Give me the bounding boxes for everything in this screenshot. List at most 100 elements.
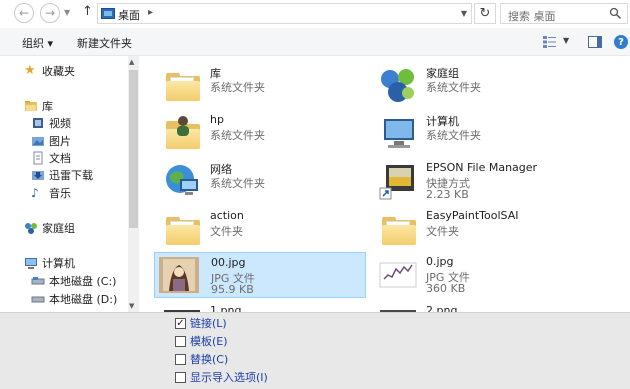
file-list: 库 系统文件夹 家庭组 系统文件夹 hp 系统文件夹 计算机 系统文件夹 网络 … bbox=[148, 56, 630, 312]
organize-button[interactable]: 组织 ▾ bbox=[22, 35, 53, 51]
address-bar[interactable]: 桌面 ▸ ▼ bbox=[97, 3, 472, 24]
file-item-library[interactable]: 库 系统文件夹 bbox=[154, 62, 366, 108]
nav-item-videos[interactable]: 视频 bbox=[31, 115, 71, 131]
view-options-icon[interactable] bbox=[543, 36, 556, 48]
nav-item-library[interactable]: 库 bbox=[24, 98, 53, 114]
file-item-1-png[interactable]: 1.png bbox=[154, 301, 366, 312]
option-template-label[interactable]: 模板(E) bbox=[190, 333, 228, 349]
nav-scrollbar-thumb[interactable] bbox=[129, 70, 138, 228]
option-link-label[interactable]: 链接(L) bbox=[190, 315, 227, 331]
template-checkbox[interactable] bbox=[175, 335, 186, 347]
homegroup-icon bbox=[24, 221, 38, 235]
back-button[interactable]: ← bbox=[14, 3, 34, 23]
nav-item-disk-c[interactable]: 本地磁盘 (C:) bbox=[31, 273, 116, 289]
toolbar: 组织 ▾ 新建文件夹 ▼ ? bbox=[0, 28, 630, 56]
file-type: 系统文件夹 bbox=[210, 129, 265, 142]
file-name: 2.png bbox=[426, 304, 458, 312]
option-link[interactable]: ✓ 链接(L) bbox=[175, 315, 227, 331]
file-name: 1.png bbox=[210, 304, 242, 312]
search-icon bbox=[609, 7, 622, 20]
file-size: 360 KB bbox=[426, 282, 466, 295]
show-import-checkbox[interactable] bbox=[175, 371, 186, 383]
nav-item-music[interactable]: ♪ 音乐 bbox=[31, 185, 71, 201]
file-item-action[interactable]: action 文件夹 bbox=[154, 206, 366, 252]
nav-label-documents: 文档 bbox=[49, 152, 71, 165]
recent-locations-dropdown-icon[interactable]: ▼ bbox=[64, 8, 70, 17]
file-type: 文件夹 bbox=[210, 225, 243, 238]
link-checkbox[interactable]: ✓ bbox=[175, 317, 186, 329]
nav-item-favorites[interactable]: ★ 收藏夹 bbox=[24, 63, 75, 79]
nav-item-disk-d[interactable]: 本地磁盘 (D:) bbox=[31, 291, 117, 307]
address-dropdown-icon[interactable]: ▼ bbox=[461, 9, 467, 18]
file-type: 系统文件夹 bbox=[210, 177, 265, 190]
breadcrumb-chevron-icon[interactable]: ▸ bbox=[148, 7, 153, 18]
image-thumbnail bbox=[164, 310, 200, 312]
nav-item-computer[interactable]: 计算机 bbox=[24, 255, 75, 271]
nav-scrollbar[interactable]: ▲ ▼ bbox=[128, 56, 139, 312]
nav-label-library: 库 bbox=[42, 100, 53, 113]
folder-icon bbox=[162, 209, 202, 249]
option-show-import[interactable]: 显示导入选项(I) bbox=[175, 369, 268, 385]
nav-item-pictures[interactable]: 图片 bbox=[31, 133, 71, 149]
up-arrow-icon[interactable]: ↑ bbox=[82, 4, 93, 19]
file-item-hp[interactable]: hp 系统文件夹 bbox=[154, 110, 366, 156]
library-folder-icon bbox=[162, 65, 202, 105]
file-item-epson[interactable]: EPSON File Manager 快捷方式 2.23 KB bbox=[370, 158, 582, 204]
replace-checkbox[interactable] bbox=[175, 353, 186, 365]
file-size: 2.23 KB bbox=[426, 188, 469, 201]
forward-button[interactable]: → bbox=[40, 3, 60, 23]
option-template[interactable]: 模板(E) bbox=[175, 333, 228, 349]
pictures-icon bbox=[31, 134, 45, 148]
network-icon bbox=[166, 165, 198, 195]
nav-item-homegroup[interactable]: 家庭组 bbox=[24, 220, 75, 236]
nav-item-documents[interactable]: 文档 bbox=[31, 150, 71, 166]
file-item-easypainttoolsai[interactable]: EasyPaintToolSAI 文件夹 bbox=[370, 206, 582, 252]
scroll-up-icon[interactable]: ▲ bbox=[129, 58, 134, 66]
option-show-import-label[interactable]: 显示导入选项(I) bbox=[190, 369, 268, 385]
search-input[interactable]: 搜索 桌面 bbox=[500, 3, 628, 24]
option-replace[interactable]: 替换(C) bbox=[175, 351, 228, 367]
file-item-0-jpg[interactable]: 0.jpg JPG 文件 360 KB bbox=[370, 252, 582, 298]
documents-icon bbox=[31, 151, 45, 165]
nav-label-computer: 计算机 bbox=[42, 257, 75, 270]
computer-icon bbox=[24, 256, 38, 270]
navigation-pane: ★ 收藏夹 库 视频 图片 文档 迅雷下载 ♪ 音乐 家庭组 计算机 本地磁盘 … bbox=[0, 56, 140, 312]
refresh-button[interactable]: ↻ bbox=[474, 3, 496, 24]
help-icon[interactable]: ? bbox=[614, 35, 628, 49]
file-type: 系统文件夹 bbox=[426, 129, 481, 142]
file-type: 文件夹 bbox=[426, 225, 459, 238]
drive-c-icon bbox=[31, 274, 45, 288]
file-item-00-jpg[interactable]: 00.jpg JPG 文件 95.9 KB bbox=[154, 252, 366, 298]
address-row: ← → ▼ ↑ 桌面 ▸ ▼ ↻ 搜索 桌面 bbox=[0, 0, 630, 28]
music-icon: ♪ bbox=[31, 186, 39, 200]
file-size: 95.9 KB bbox=[211, 283, 254, 296]
file-item-homegroup[interactable]: 家庭组 系统文件夹 bbox=[370, 62, 582, 108]
homegroup-icon bbox=[381, 69, 414, 102]
file-item-2-png[interactable]: 2.png bbox=[370, 301, 582, 312]
file-type: 系统文件夹 bbox=[426, 81, 481, 94]
folder-icon bbox=[378, 209, 418, 249]
image-thumbnail bbox=[379, 262, 417, 288]
new-folder-button[interactable]: 新建文件夹 bbox=[77, 35, 132, 51]
file-item-computer[interactable]: 计算机 系统文件夹 bbox=[370, 110, 582, 156]
star-icon: ★ bbox=[24, 63, 36, 78]
address-location[interactable]: 桌面 bbox=[118, 7, 140, 23]
preview-pane-icon[interactable] bbox=[588, 36, 602, 48]
insert-options-pane: ✓ 链接(L) 模板(E) 替换(C) 显示导入选项(I) bbox=[0, 312, 630, 389]
option-replace-label[interactable]: 替换(C) bbox=[190, 351, 228, 367]
view-dropdown-icon[interactable]: ▼ bbox=[563, 36, 569, 45]
nav-label-disk-c: 本地磁盘 (C:) bbox=[49, 275, 117, 288]
download-folder-icon bbox=[31, 168, 45, 182]
file-type: 系统文件夹 bbox=[210, 81, 265, 94]
back-arrow-icon: ← bbox=[18, 6, 30, 20]
video-icon bbox=[31, 116, 45, 130]
forward-arrow-icon: → bbox=[44, 6, 56, 20]
file-item-network[interactable]: 网络 系统文件夹 bbox=[154, 158, 366, 204]
nav-label-pictures: 图片 bbox=[49, 135, 71, 148]
nav-label-homegroup: 家庭组 bbox=[42, 222, 75, 235]
nav-item-xunlei[interactable]: 迅雷下载 bbox=[31, 167, 93, 183]
library-icon bbox=[24, 99, 38, 113]
scroll-down-icon[interactable]: ▼ bbox=[129, 302, 134, 310]
nav-label-favorites: 收藏夹 bbox=[42, 65, 75, 78]
user-folder-icon bbox=[162, 113, 202, 153]
